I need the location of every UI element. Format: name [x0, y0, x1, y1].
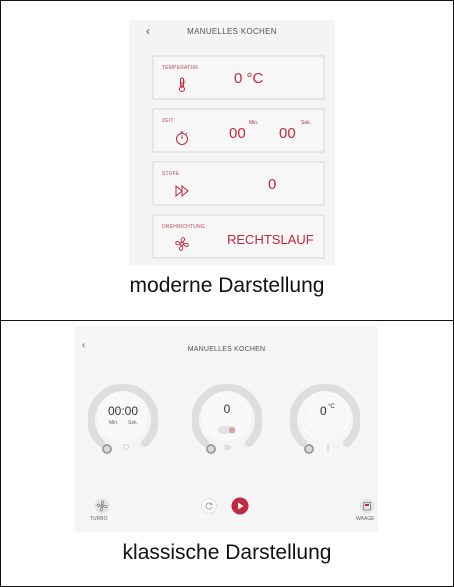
scale-icon[interactable]	[359, 498, 375, 514]
direction-card[interactable]: DREHRICHTUNG RECHTSLAUF	[152, 214, 325, 259]
stopwatch-icon	[176, 131, 188, 145]
level-dial[interactable]	[192, 377, 262, 455]
seconds-label: Sek.	[301, 120, 312, 126]
temp-dial-value: 0	[320, 404, 327, 418]
modern-screen: ‹ MANUELLES KOCHEN TEMPERATUR 0 °C ZEIT …	[129, 20, 335, 265]
time-label: ZEIT	[162, 118, 174, 124]
play-icon[interactable]	[231, 497, 249, 515]
time-dial-min-label: Min.	[109, 420, 119, 426]
temp-dial-unit: °C	[328, 404, 335, 410]
modern-title: MANUELLES KOCHEN	[187, 27, 277, 36]
temperature-label: TEMPERATUR	[162, 65, 199, 71]
turbo-icon[interactable]	[94, 498, 110, 514]
time-card[interactable]: ZEIT 00 Min. 00 Sek.	[152, 108, 325, 153]
direction-value: RECHTSLAUF	[227, 232, 314, 247]
level-card[interactable]: STUFE 0	[152, 161, 325, 206]
level-value: 0	[268, 176, 277, 193]
classic-caption: klassische Darstellung	[122, 541, 332, 564]
temperature-card[interactable]: TEMPERATUR 0 °C	[152, 55, 325, 100]
scale-label: WAAGE	[356, 516, 375, 522]
direction-label: DREHRICHTUNG	[162, 224, 205, 230]
level-label: STUFE	[162, 171, 180, 177]
classic-screen: ‹ MANUELLES KOCHEN 00:00 Min. Sek. 0 0 °…	[75, 326, 378, 532]
minutes-label: Min.	[249, 120, 259, 126]
modern-caption: moderne Darstellung	[129, 274, 325, 297]
classic-title: MANUELLES KOCHEN	[187, 346, 266, 353]
time-seconds: 00	[279, 125, 296, 142]
fast-forward-icon	[175, 184, 189, 198]
fan-icon	[175, 237, 189, 251]
section-divider	[0, 320, 454, 321]
temperature-value: 0 °C	[234, 70, 264, 87]
rotation-direction-icon[interactable]	[201, 498, 217, 514]
turbo-label: TURBO	[90, 516, 108, 522]
level-dial-value: 0	[223, 402, 231, 416]
time-minutes: 00	[229, 125, 246, 142]
modern-header: ‹ MANUELLES KOCHEN	[129, 20, 335, 46]
thermometer-icon	[179, 77, 186, 92]
time-dial-sec-label: Sek.	[128, 420, 139, 426]
time-dial-value: 00:00	[107, 404, 139, 418]
